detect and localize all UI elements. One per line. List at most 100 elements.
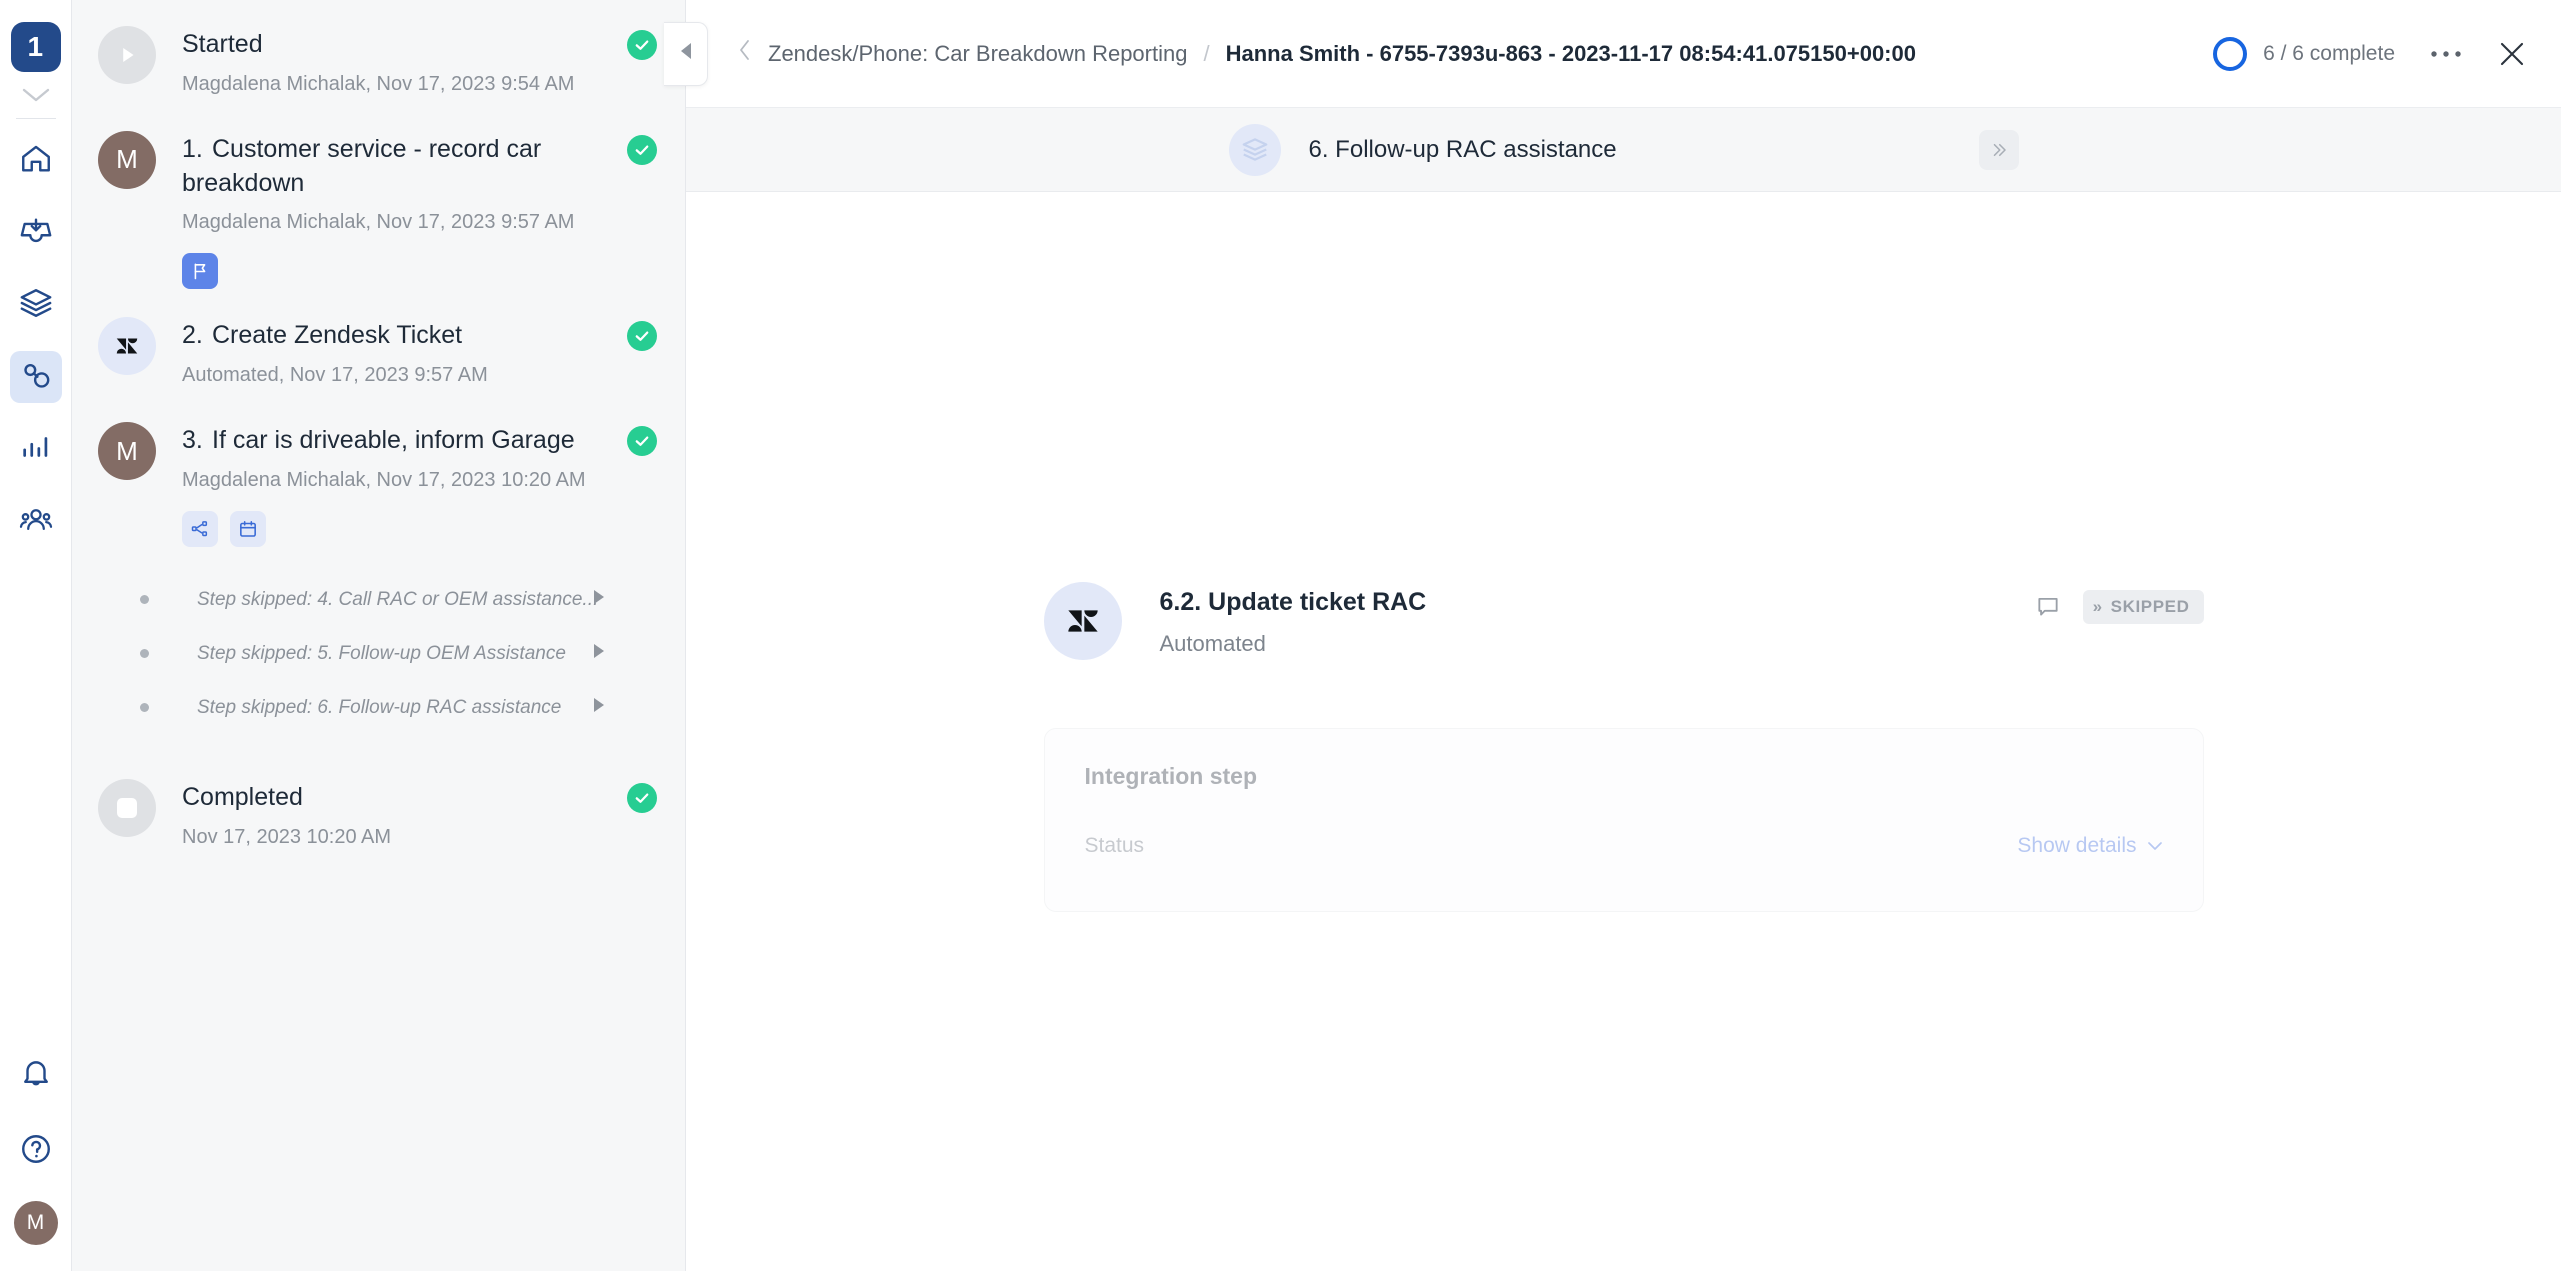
breadcrumb-back-icon[interactable] <box>738 39 752 68</box>
help-button[interactable] <box>10 1125 62 1177</box>
app-logo[interactable]: 1 <box>10 22 61 72</box>
timeline-avatar-col <box>98 775 182 852</box>
sidebar-item-home[interactable] <box>10 135 62 187</box>
integration-card-status-row: Status Show details <box>1085 834 2163 858</box>
nodes-icon[interactable] <box>182 510 218 547</box>
timeline-item-subtitle: Magdalena Michalak, Nov 17, 2023 9:57 AM <box>182 211 575 234</box>
skipped-step-row[interactable]: Step skipped: 4. Call RAC or OEM assista… <box>98 573 659 627</box>
sidebar-item-people[interactable] <box>10 495 62 547</box>
substep-subtitle: Automated <box>1159 631 1266 656</box>
chart-bars-icon <box>19 430 53 469</box>
top-bar: Zendesk/Phone: Car Breakdown Reporting /… <box>664 0 2561 108</box>
completion-status: 6 / 6 complete <box>2213 36 2395 71</box>
bullet-dot-icon <box>140 703 149 713</box>
substep-title: 6.2. Update ticket RAC <box>1159 588 1427 616</box>
status-badge: » SKIPPED <box>2082 590 2204 624</box>
timeline-item-step-2[interactable]: 2. Create Zendesk Ticket Automated, Nov 1… <box>98 313 659 390</box>
skip-forward-button[interactable] <box>1978 129 2019 170</box>
layers-icon <box>19 286 53 325</box>
timeline-item-body: 2. Create Zendesk Ticket Automated, Nov 1… <box>182 313 659 390</box>
timeline-item-name: Customer service - record car breakdown <box>182 134 542 197</box>
expand-arrow-icon[interactable] <box>591 642 607 665</box>
people-icon <box>19 502 53 541</box>
timeline-item-body: Completed Nov 17, 2023 10:20 AM <box>182 775 659 852</box>
run-timeline-panel: Started Magdalena Michalak, Nov 17, 2023… <box>72 0 686 1271</box>
show-details-link[interactable]: Show details <box>2017 834 2162 858</box>
timeline-item-step-1[interactable]: M 1. Customer service - record car breakd… <box>98 127 659 290</box>
current-step-header: 6. Follow-up RAC assistance <box>686 108 2561 192</box>
skipped-step-label: Step skipped: 5. Follow-up OEM Assistanc… <box>197 642 566 664</box>
progress-label: 6 / 6 complete <box>2263 41 2395 65</box>
sidebar-item-inbox[interactable] <box>10 207 62 259</box>
status-check-icon <box>627 782 657 813</box>
status-check-icon <box>627 30 657 60</box>
status-check-icon <box>627 426 657 456</box>
timeline-item-tags <box>182 510 607 547</box>
timeline-item-number: 3. <box>182 426 203 454</box>
substep-text: 6.2. Update ticket RAC Automated <box>1160 582 1427 657</box>
timeline-avatar-col: M <box>98 418 182 547</box>
avatar: M <box>98 130 156 189</box>
stop-icon <box>98 778 156 837</box>
show-details-label: Show details <box>2017 834 2137 857</box>
calendar-icon[interactable] <box>230 510 266 547</box>
breadcrumb-current: Hanna Smith - 6755-7393u-863 - 2023-11-1… <box>1225 40 1916 66</box>
help-icon <box>19 1132 53 1171</box>
sidebar-item-templates[interactable] <box>10 279 62 331</box>
sidebar-item-reports[interactable] <box>10 423 62 475</box>
sidebar-item-workflow-runs[interactable] <box>9 351 62 403</box>
timeline-item-number: 2. <box>182 321 203 350</box>
play-icon <box>98 26 156 84</box>
expand-arrow-icon[interactable] <box>591 696 607 719</box>
main-pane: Zendesk/Phone: Car Breakdown Reporting /… <box>664 0 2561 1271</box>
integration-step-card: Integration step Status Show details <box>1043 728 2204 912</box>
timeline-item-body: 1. Customer service - record car breakdow… <box>182 127 659 290</box>
home-icon <box>19 142 53 181</box>
timeline-item-tags <box>182 253 607 290</box>
close-button[interactable] <box>2497 39 2527 69</box>
flag-icon[interactable] <box>182 253 218 290</box>
more-options-button[interactable] <box>2429 49 2463 59</box>
user-avatar[interactable]: M <box>13 1201 58 1245</box>
notifications-button[interactable] <box>10 1049 62 1101</box>
timeline-item-completed[interactable]: Completed Nov 17, 2023 10:20 AM <box>98 775 659 852</box>
skip-forward-icon: » <box>2092 597 2103 616</box>
timeline-item-title: 2. Create Zendesk Ticket <box>182 319 607 353</box>
timeline-item-number: 1. <box>182 134 203 163</box>
skipped-step-row[interactable]: Step skipped: 5. Follow-up OEM Assistanc… <box>98 627 659 681</box>
timeline-avatar-col <box>98 22 182 99</box>
integration-card-title: Integration step <box>1084 763 1258 789</box>
bullet-dot-icon <box>140 649 149 659</box>
collapse-panel-button[interactable] <box>664 21 708 86</box>
current-step-title: 6. Follow-up RAC assistance <box>1308 135 1617 163</box>
skipped-step-row[interactable]: Step skipped: 6. Follow-up RAC assistanc… <box>98 681 659 735</box>
timeline-item-started[interactable]: Started Magdalena Michalak, Nov 17, 2023… <box>98 22 659 99</box>
chevron-down-icon <box>2147 842 2162 850</box>
step-content-inner: 6.2. Update ticket RAC Automated » SKIPP… <box>1043 192 2204 1271</box>
substep-header: 6.2. Update ticket RAC Automated » SKIPP… <box>1043 582 2204 660</box>
timeline-item-title: Completed <box>182 782 303 811</box>
caret-left-icon <box>678 41 694 66</box>
breadcrumb-separator: / <box>1203 40 1210 66</box>
timeline-avatar-col: M <box>98 127 182 290</box>
timeline-avatar-col <box>98 313 182 390</box>
bullet-dot-icon <box>140 595 149 605</box>
progress-ring-icon <box>2213 36 2248 71</box>
status-badge-label: SKIPPED <box>2110 597 2190 616</box>
comment-icon[interactable] <box>2035 594 2061 620</box>
timeline-item-subtitle: Magdalena Michalak, Nov 17, 2023 9:54 AM <box>182 72 575 95</box>
timeline-item-title: 3. If car is driveable, inform Garage <box>182 424 607 458</box>
step-content: 6.2. Update ticket RAC Automated » SKIPP… <box>686 192 2561 1271</box>
zendesk-icon <box>1043 582 1122 660</box>
timeline-item-name: Create Zendesk Ticket <box>212 321 463 350</box>
chevron-down-icon[interactable] <box>21 82 51 108</box>
timeline-item-step-3[interactable]: M 3. If car is driveable, inform Garage M… <box>98 418 659 547</box>
timeline-item-name: If car is driveable, inform Garage <box>212 426 575 454</box>
breadcrumb-parent-link[interactable]: Zendesk/Phone: Car Breakdown Reporting <box>768 41 1187 67</box>
timeline-item-title: Started <box>182 30 263 58</box>
left-nav-rail: 1 M <box>0 0 72 1271</box>
app-root: 1 M Started Magdalena Michalak, Nov 17, … <box>0 0 2561 1271</box>
breadcrumb: Zendesk/Phone: Car Breakdown Reporting /… <box>738 39 1916 68</box>
expand-arrow-icon[interactable] <box>591 588 607 611</box>
current-step-header-inner: 6. Follow-up RAC assistance <box>1228 123 2019 176</box>
